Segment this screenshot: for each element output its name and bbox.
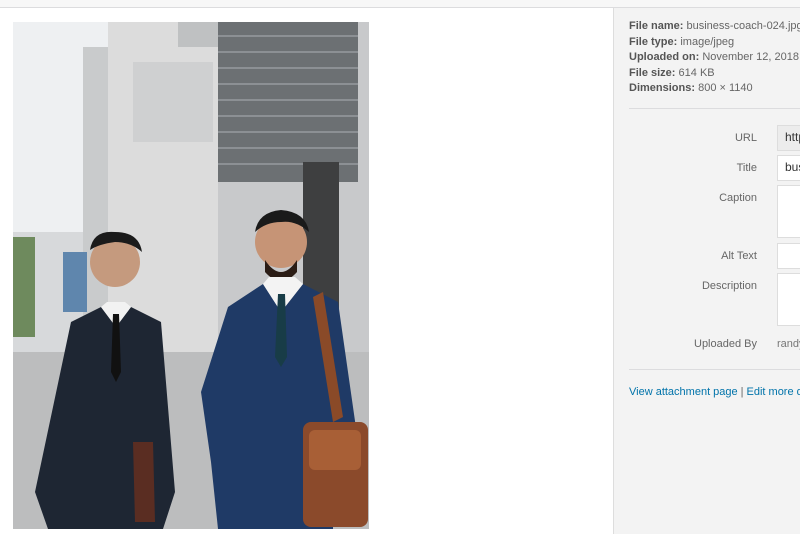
dimensions-label: Dimensions: [629, 82, 696, 95]
description-field[interactable] [777, 273, 800, 326]
attachment-links: View attachment page|Edit more de [629, 386, 800, 398]
file-name-value: business-coach-024.jpg [686, 20, 800, 32]
uploaded-on-row: Uploaded on: November 12, 2018 [629, 50, 800, 66]
divider [629, 369, 800, 370]
edit-more-details-link[interactable]: Edit more de [747, 386, 800, 398]
attachment-preview-pane [0, 8, 613, 534]
title-field[interactable]: busi [777, 155, 800, 181]
title-label: Title [736, 162, 757, 174]
attachment-details-sidebar: File name: business-coach-024.jpg File t… [613, 8, 800, 534]
url-field[interactable]: http [777, 125, 800, 151]
dimensions-row: Dimensions: 800 × 1140 [629, 81, 800, 97]
uploaded-by-label: Uploaded By [694, 338, 757, 350]
caption-label: Caption [719, 192, 757, 204]
file-size-row: File size: 614 KB [629, 66, 800, 82]
file-details: File name: business-coach-024.jpg File t… [629, 19, 800, 97]
uploaded-by-value: randy [777, 338, 800, 350]
uploaded-on-label: Uploaded on: [629, 51, 700, 64]
file-type-value: image/jpeg [680, 35, 735, 48]
file-size-label: File size: [629, 66, 676, 79]
file-size-value: 614 KB [678, 66, 715, 79]
caption-field[interactable] [777, 185, 800, 238]
dimensions-value: 800 × 1140 [698, 82, 753, 95]
file-name-row: File name: business-coach-024.jpg [629, 19, 800, 35]
url-label: URL [734, 132, 757, 144]
file-name-label: File name: [629, 20, 684, 32]
uploaded-on-value: November 12, 2018 [702, 51, 799, 64]
file-type-row: File type: image/jpeg [629, 35, 800, 51]
modal-top-bar [0, 0, 800, 8]
view-attachment-page-link[interactable]: View attachment page [629, 386, 738, 398]
link-separator: | [740, 386, 744, 398]
description-label: Description [701, 280, 757, 292]
attachment-image [13, 22, 369, 529]
file-type-label: File type: [629, 35, 678, 48]
divider [629, 108, 800, 109]
alt-text-field[interactable] [777, 243, 800, 269]
alt-text-label: Alt Text [721, 250, 757, 262]
